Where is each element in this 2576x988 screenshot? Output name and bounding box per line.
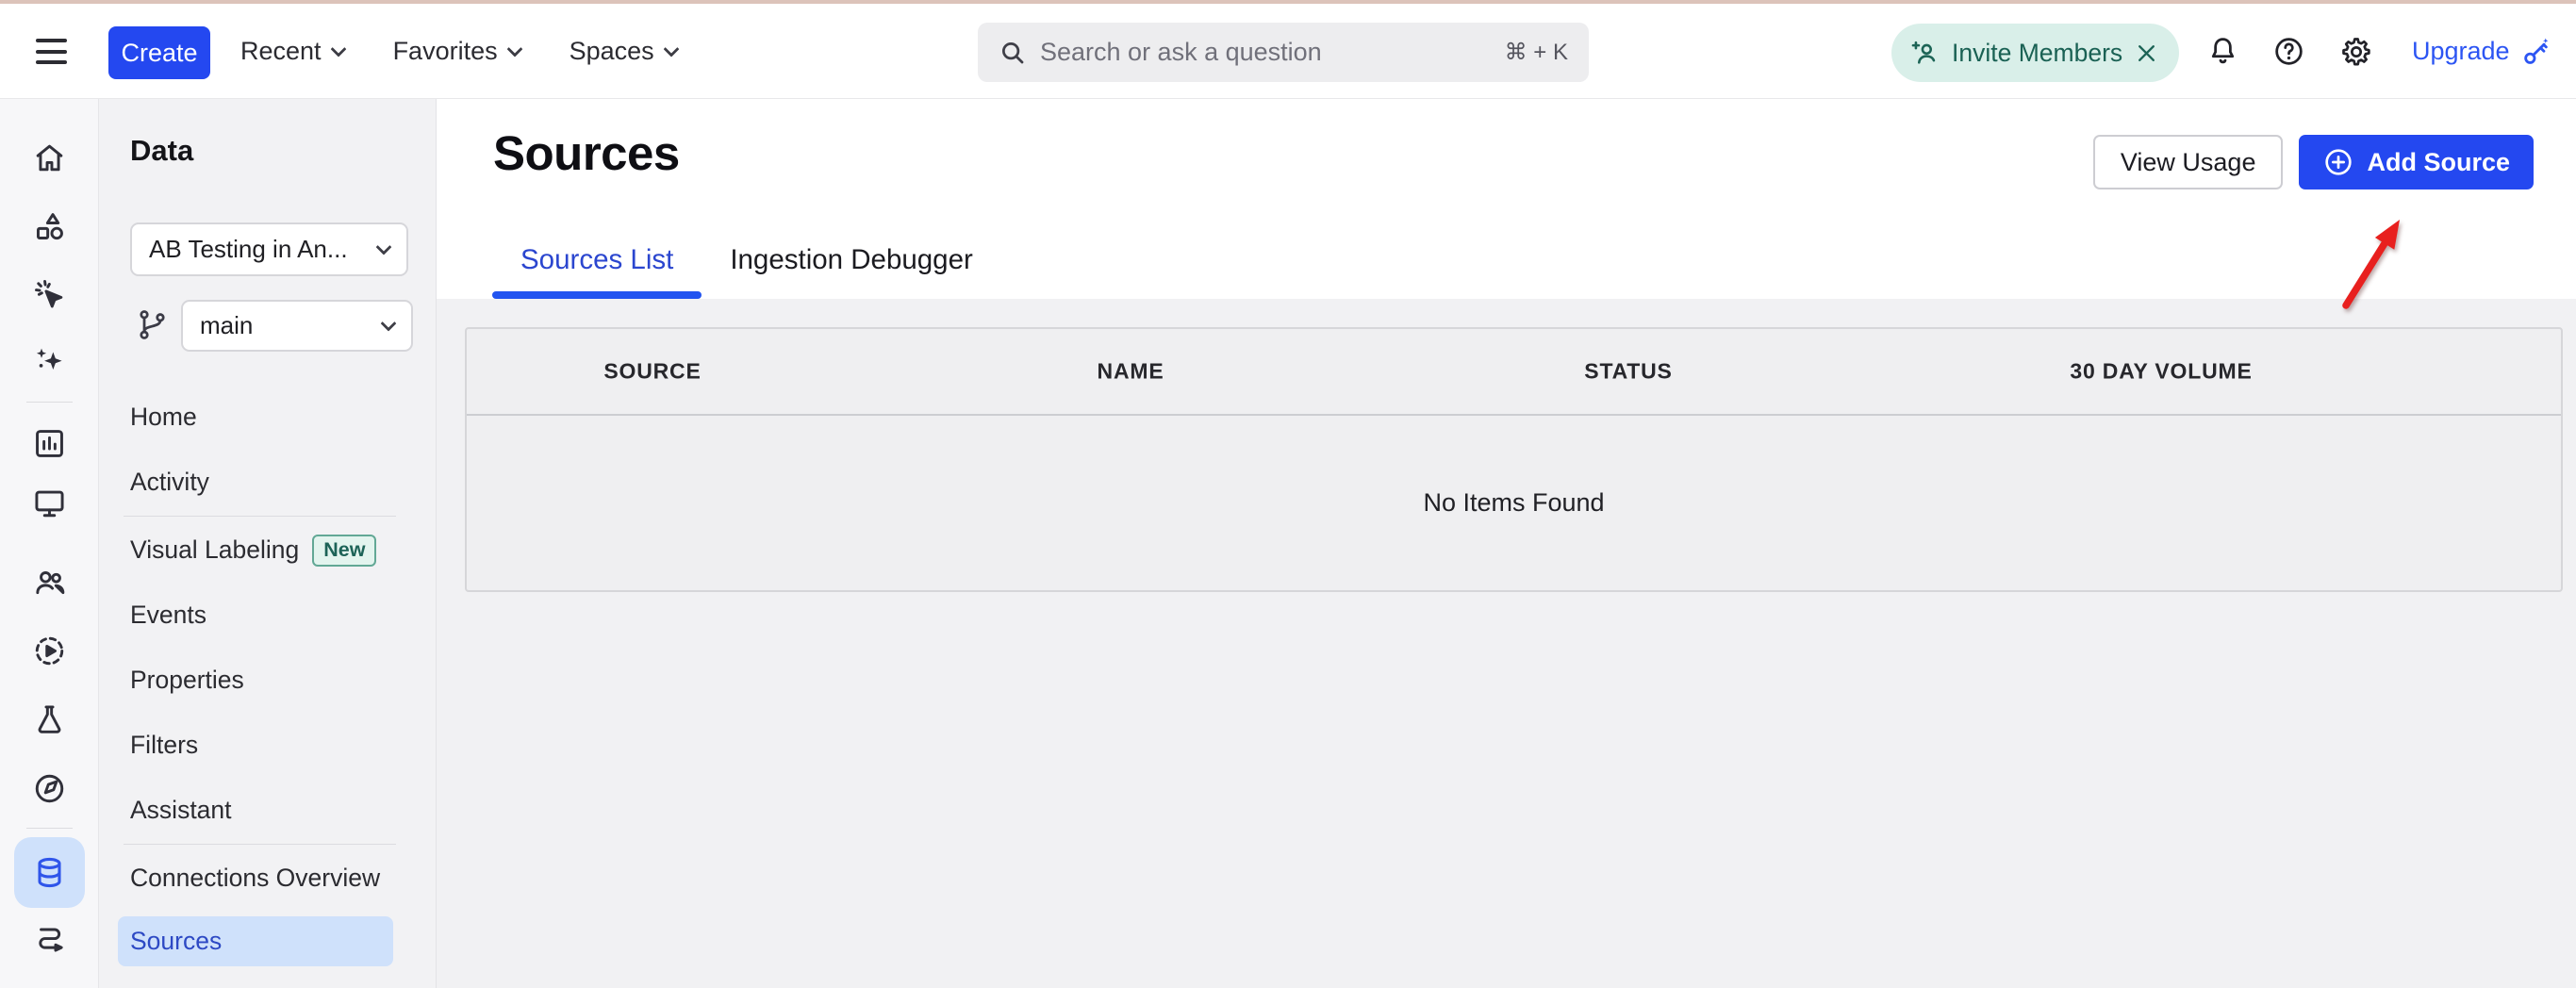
sidebar-item-label: Events: [130, 601, 206, 630]
sidebar-divider: [124, 516, 396, 517]
column-header-source: SOURCE: [603, 359, 701, 385]
sidebar-item-label: Filters: [130, 731, 198, 760]
data-sidebar: Data AB Testing in An... main Home Activi…: [99, 99, 437, 988]
search-shortcut: ⌘ + K: [1505, 39, 1568, 66]
new-badge: New: [312, 535, 376, 567]
sidebar-title: Data: [130, 134, 193, 168]
ai-sparkles-icon[interactable]: [32, 344, 67, 379]
sidebar-item-visual-labeling[interactable]: Visual Labeling New: [99, 518, 436, 583]
add-source-button[interactable]: Add Source: [2299, 135, 2534, 189]
table-empty-state: No Items Found: [467, 416, 2561, 590]
visual-tagger-cursor-icon[interactable]: [32, 277, 67, 312]
column-header-status: STATUS: [1584, 359, 1672, 385]
sidebar-item-label: Properties: [130, 666, 244, 695]
discover-compass-icon[interactable]: [32, 771, 67, 806]
rail-divider: [26, 402, 73, 403]
sidebar-item-label: Visual Labeling: [130, 535, 299, 565]
chevron-down-icon: [506, 41, 522, 57]
users-icon[interactable]: [32, 565, 67, 600]
sidebar-item-label: Home: [130, 403, 197, 432]
experiments-flask-icon[interactable]: [32, 702, 67, 737]
rail-divider: [26, 828, 73, 829]
upgrade-link[interactable]: Upgrade: [2412, 4, 2551, 99]
shapes-icon[interactable]: [32, 209, 67, 244]
search-icon: [999, 39, 1027, 67]
sidebar-item-assistant[interactable]: Assistant: [99, 778, 436, 843]
guides-play-icon[interactable]: [32, 634, 67, 668]
notifications-bell-icon[interactable]: [2206, 35, 2239, 68]
dashboards-chart-icon[interactable]: [32, 426, 67, 461]
chevron-down-icon: [663, 41, 679, 57]
close-icon[interactable]: [2135, 41, 2158, 65]
help-icon[interactable]: [2272, 35, 2305, 68]
sidebar-item-label: Assistant: [130, 796, 232, 825]
top-navigation-bar: Create Recent Favorites Spaces ⌘ + K Invit…: [0, 4, 2576, 99]
column-header-30-day-volume: 30 DAY VOLUME: [2070, 359, 2252, 385]
invite-members-label: Invite Members: [1952, 39, 2122, 68]
settings-gear-icon[interactable]: [2339, 35, 2373, 69]
main-content: Sources View Usage Add Source Sources Li…: [437, 99, 2576, 988]
menu-label: Spaces: [570, 37, 654, 66]
menu-label: Recent: [240, 37, 322, 66]
app-icon-rail: [0, 99, 99, 988]
empty-message: No Items Found: [1423, 488, 1604, 518]
hamburger-menu-icon[interactable]: [36, 39, 67, 64]
menu-recent[interactable]: Recent: [216, 4, 369, 99]
journeys-route-icon[interactable]: [32, 922, 67, 957]
sidebar-item-properties[interactable]: Properties: [99, 648, 436, 713]
data-database-icon[interactable]: [32, 855, 67, 890]
sidebar-divider: [124, 844, 396, 845]
view-usage-button[interactable]: View Usage: [2093, 135, 2284, 189]
sidebar-nav: Home Activity Visual Labeling New Events Prop…: [99, 385, 436, 966]
sidebar-item-sources[interactable]: Sources: [118, 916, 393, 966]
table-header-row: SOURCE NAME STATUS 30 DAY VOLUME: [467, 329, 2561, 416]
top-menus: Recent Favorites Spaces: [216, 4, 702, 99]
project-selector-value: AB Testing in An...: [149, 235, 378, 264]
menu-spaces[interactable]: Spaces: [545, 4, 702, 99]
chevron-down-icon: [376, 239, 392, 255]
add-source-label: Add Source: [2367, 148, 2510, 177]
home-icon[interactable]: [32, 140, 67, 175]
sidebar-item-home[interactable]: Home: [99, 385, 436, 450]
session-replay-monitor-icon[interactable]: [32, 486, 67, 520]
invite-members-button[interactable]: Invite Members: [1891, 24, 2179, 82]
sidebar-item-connections-overview[interactable]: Connections Overview: [99, 846, 436, 911]
search-input[interactable]: [1040, 38, 1492, 67]
upgrade-label: Upgrade: [2412, 37, 2510, 66]
plus-circle-icon: [2322, 146, 2354, 178]
search-bar[interactable]: ⌘ + K: [978, 23, 1589, 82]
tab-ingestion-debugger[interactable]: Ingestion Debugger: [702, 244, 1001, 299]
git-branch-icon: [135, 307, 170, 342]
sources-table: SOURCE NAME STATUS 30 DAY VOLUME No Items F…: [465, 327, 2563, 592]
project-selector[interactable]: AB Testing in An...: [130, 222, 408, 276]
sidebar-item-label: Activity: [130, 468, 209, 497]
column-header-name: NAME: [1098, 359, 1164, 385]
sidebar-item-events[interactable]: Events: [99, 583, 436, 648]
add-user-icon: [1910, 39, 1940, 68]
sidebar-item-activity[interactable]: Activity: [99, 450, 436, 515]
tab-bar: Sources ListIngestion Debugger: [492, 244, 1001, 299]
chevron-down-icon: [330, 41, 346, 57]
key-icon: [2519, 36, 2551, 68]
branch-selector-value: main: [200, 311, 383, 340]
sidebar-item-label: Connections Overview: [130, 864, 380, 893]
menu-label: Favorites: [393, 37, 498, 66]
create-button[interactable]: Create: [108, 26, 210, 79]
sidebar-item-label: Sources: [130, 927, 222, 956]
chevron-down-icon: [381, 315, 397, 331]
page-header: Sources View Usage Add Source Sources Li…: [437, 99, 2576, 299]
menu-favorites[interactable]: Favorites: [369, 4, 545, 99]
sidebar-item-filters[interactable]: Filters: [99, 713, 436, 778]
page-title: Sources: [493, 125, 680, 181]
branch-selector[interactable]: main: [181, 300, 413, 352]
tab-sources-list[interactable]: Sources List: [492, 244, 702, 299]
